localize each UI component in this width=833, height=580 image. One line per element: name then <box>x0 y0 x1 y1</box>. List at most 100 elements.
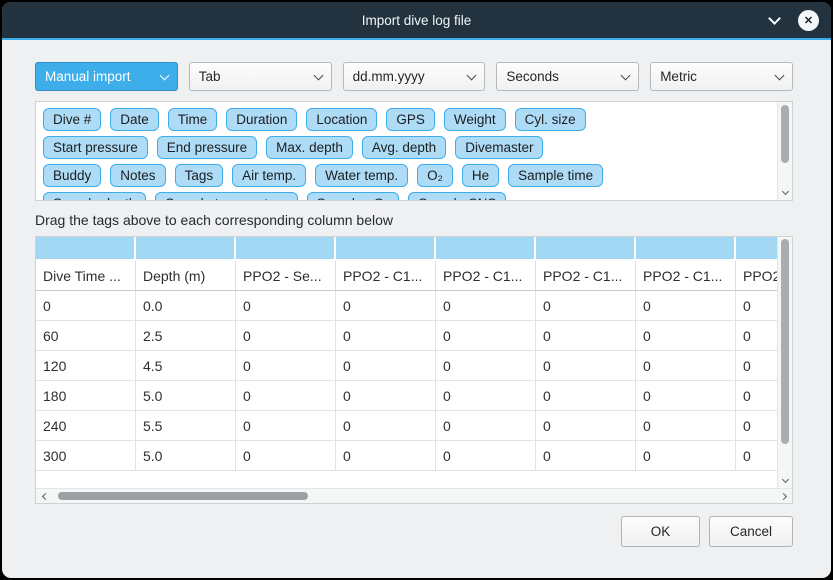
drag-tag[interactable]: Max. depth <box>266 136 353 159</box>
drag-tag[interactable]: Sample temperature <box>155 192 297 200</box>
combo-duration-format[interactable]: Seconds <box>496 62 639 91</box>
drag-tag[interactable]: He <box>462 164 499 187</box>
scrollbar-thumb[interactable] <box>58 492 308 500</box>
combo-import-mode[interactable]: Manual import <box>35 62 178 91</box>
table-cell: 0 <box>736 321 777 351</box>
table-cell: 0 <box>436 441 536 471</box>
header-row: Dive Time ...Depth (m)PPO2 - Se...PPO2 -… <box>36 261 777 291</box>
chevron-down-icon <box>621 70 631 80</box>
drag-tag[interactable]: Water temp. <box>315 164 408 187</box>
table-row: 00.0000000 <box>36 291 777 321</box>
column-drop-target[interactable] <box>36 237 136 261</box>
drag-tag[interactable]: Start pressure <box>43 136 148 159</box>
table-cell: 300 <box>36 441 136 471</box>
drag-tag[interactable]: Divemaster <box>455 136 543 159</box>
chevron-right-icon <box>779 492 786 499</box>
drag-tag[interactable]: Cyl. size <box>515 108 586 131</box>
table-cell: 5.5 <box>136 411 236 441</box>
table-cell: 2.5 <box>136 321 236 351</box>
drag-tag[interactable]: Date <box>110 108 159 131</box>
titlebar[interactable]: Import dive log file ✕ <box>2 2 831 38</box>
table-cell: 0 <box>736 291 777 321</box>
table-cell: 0 <box>436 381 536 411</box>
drag-tag[interactable]: Buddy <box>43 164 101 187</box>
drag-tag[interactable]: GPS <box>386 108 435 131</box>
drag-tag[interactable]: Location <box>306 108 377 131</box>
scrollbar-thumb[interactable] <box>781 105 789 163</box>
tag-rows: Dive # Date Time Duration Location GPS Weight C… <box>36 102 777 200</box>
table-cell: 0 <box>636 381 736 411</box>
drag-tag[interactable]: Notes <box>110 164 165 187</box>
table-cell: 0 <box>436 411 536 441</box>
scrollbar-right-button[interactable] <box>776 490 790 502</box>
drag-tag[interactable]: Avg. depth <box>362 136 446 159</box>
drag-tag[interactable]: Duration <box>226 108 297 131</box>
tag-scrollbar[interactable] <box>777 102 792 200</box>
table-row: 602.5000000 <box>36 321 777 351</box>
drag-tag[interactable]: Time <box>168 108 218 131</box>
combo-field-separator[interactable]: Tab <box>189 62 332 91</box>
ok-button[interactable]: OK <box>621 516 700 547</box>
table-cell: 180 <box>36 381 136 411</box>
close-icon: ✕ <box>804 14 813 27</box>
scrollbar-thumb[interactable] <box>781 239 789 444</box>
table-cell: 0 <box>736 441 777 471</box>
table-cell: 0 <box>536 291 636 321</box>
drag-tag[interactable]: Dive # <box>43 108 101 131</box>
chevron-down-icon <box>467 70 477 80</box>
table-cell: 0 <box>336 351 436 381</box>
drag-tag[interactable]: Sample CNS <box>408 192 506 200</box>
combo-date-format[interactable]: dd.mm.yyyy <box>343 62 486 91</box>
table-cell: 0 <box>436 351 536 381</box>
table-row: 3005.0000000 <box>36 441 777 471</box>
table-cell: 0 <box>236 381 336 411</box>
column-drop-target[interactable] <box>236 237 336 261</box>
drag-tag[interactable]: O₂ <box>417 164 453 187</box>
table-cell: 0 <box>736 381 777 411</box>
column-drop-target[interactable] <box>136 237 236 261</box>
scrollbar-down-button[interactable] <box>778 473 792 485</box>
table-cell: 0 <box>636 351 736 381</box>
table-cell: 0 <box>536 321 636 351</box>
column-drop-target[interactable] <box>336 237 436 261</box>
table-cell: 0 <box>336 381 436 411</box>
cancel-button[interactable]: Cancel <box>709 516 793 547</box>
table-cell: 0 <box>636 441 736 471</box>
table-cell: 0 <box>536 381 636 411</box>
column-drop-target[interactable] <box>736 237 777 261</box>
drag-tag[interactable]: Sample pO₂ <box>307 192 400 200</box>
column-drop-target[interactable] <box>636 237 736 261</box>
combo-value: dd.mm.yyyy <box>353 69 463 84</box>
column-header: Dive Time ... <box>36 261 136 291</box>
chevron-down-icon <box>159 70 169 80</box>
table-cell: 60 <box>36 321 136 351</box>
combo-units[interactable]: Metric <box>650 62 793 91</box>
titlebar-controls: ✕ <box>766 2 819 38</box>
drag-tag[interactable]: Air temp. <box>232 164 306 187</box>
table-main: Dive Time ...Depth (m)PPO2 - Se...PPO2 -… <box>36 237 792 488</box>
chevron-down-icon <box>781 475 788 482</box>
table-cell: 0 <box>336 411 436 441</box>
table-cell: 0 <box>636 291 736 321</box>
column-drop-target[interactable] <box>536 237 636 261</box>
window-title: Import dive log file <box>362 13 472 28</box>
table-cell: 0 <box>336 441 436 471</box>
table-cell: 0 <box>636 411 736 441</box>
drag-tag[interactable]: End pressure <box>157 136 257 159</box>
table-hscrollbar[interactable] <box>36 488 792 503</box>
drag-tag[interactable]: Sample depth <box>43 192 146 200</box>
drag-tag[interactable]: Sample time <box>508 164 603 187</box>
chevron-down-icon <box>781 187 788 194</box>
tag-row: Dive # Date Time Duration Location GPS Weight C… <box>43 108 771 131</box>
close-button[interactable]: ✕ <box>798 10 819 31</box>
shade-button[interactable] <box>766 12 782 28</box>
drag-tag[interactable]: Weight <box>444 108 506 131</box>
column-drop-target[interactable] <box>436 237 536 261</box>
table-cell: 0 <box>236 321 336 351</box>
drag-tag[interactable]: Tags <box>175 164 224 187</box>
scrollbar-down-button[interactable] <box>778 185 792 197</box>
table-vscrollbar[interactable] <box>777 237 792 488</box>
scrollbar-left-button[interactable] <box>38 490 52 502</box>
tag-row: Start pressure End pressure Max. depth Avg.… <box>43 136 771 159</box>
table-row: 1805.0000000 <box>36 381 777 411</box>
